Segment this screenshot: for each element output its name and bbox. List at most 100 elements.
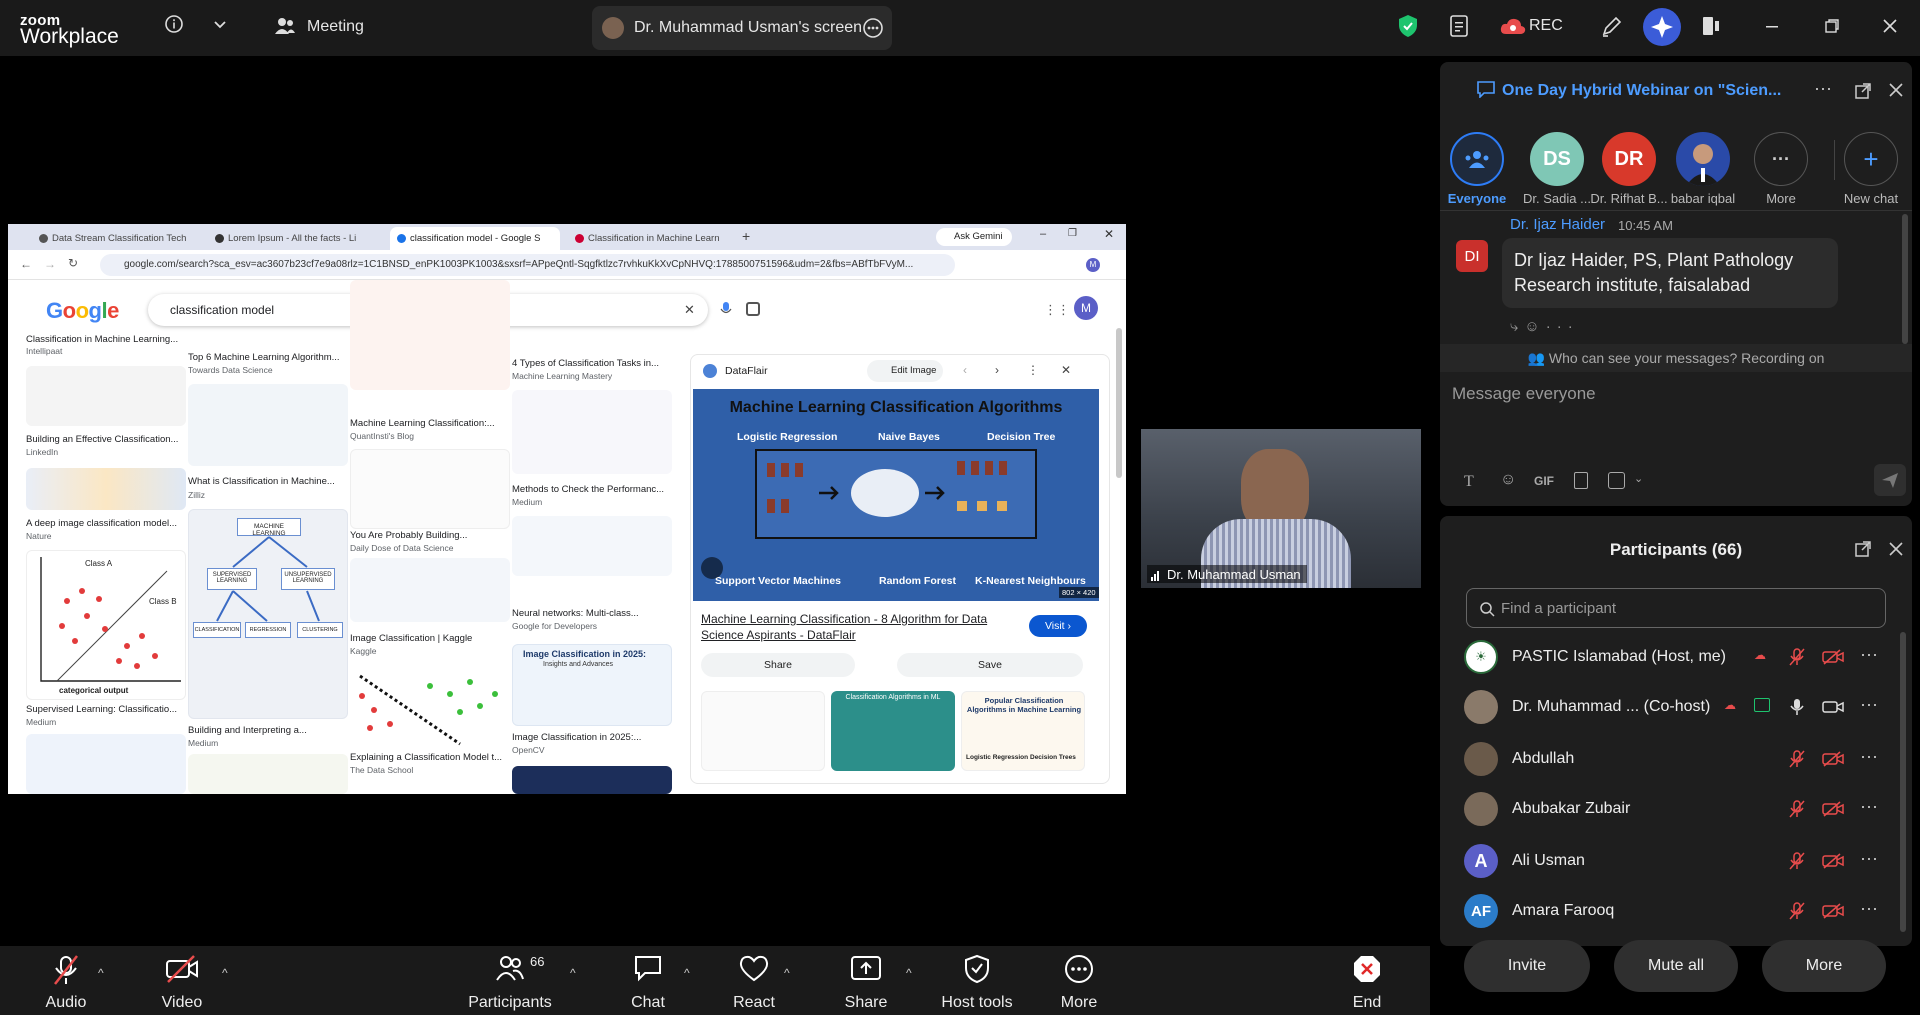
browser-close-icon[interactable]: ✕ <box>1104 227 1114 241</box>
google-logo[interactable]: Google <box>46 298 119 324</box>
notes-icon[interactable] <box>1448 14 1470 38</box>
row-more-icon[interactable]: ··· <box>1860 694 1878 715</box>
result-caption[interactable]: What is Classification in Machine... <box>188 476 348 487</box>
restore-icon[interactable] <box>1824 18 1840 34</box>
chevron-down-icon[interactable] <box>212 16 228 32</box>
row-more-icon[interactable]: ··· <box>1860 746 1878 767</box>
preview-more-icon[interactable]: ⋮ <box>1027 363 1039 377</box>
close-chat-icon[interactable] <box>1888 82 1904 98</box>
more-options-icon[interactable] <box>862 17 884 39</box>
voice-search-icon[interactable] <box>720 301 732 317</box>
chevron-down-icon[interactable]: ⌄ <box>1634 472 1643 485</box>
reload-icon[interactable]: ↻ <box>68 256 78 270</box>
result-caption[interactable]: Image Classification | Kaggle <box>350 633 510 644</box>
next-image-icon[interactable]: › <box>995 363 999 377</box>
shared-browser-window[interactable]: Data Stream Classification Tech Lorem Ip… <box>8 224 1126 794</box>
participant-row[interactable]: AF Amara Farooq ··· <box>1440 886 1900 936</box>
result-caption[interactable]: Classification in Machine Learning... <box>26 334 186 345</box>
result-image[interactable] <box>512 766 672 794</box>
info-icon[interactable] <box>164 14 184 34</box>
result-caption[interactable]: Building an Effective Classification... <box>26 434 186 445</box>
back-icon[interactable]: ← <box>20 257 32 271</box>
result-caption[interactable]: Image Classification in 2025:... <box>512 732 672 743</box>
result-caption[interactable]: Neural networks: Multi-class... <box>512 608 672 619</box>
page-scrollbar[interactable] <box>1116 328 1122 478</box>
related-image[interactable] <box>701 691 825 771</box>
file-icon[interactable] <box>1574 472 1588 489</box>
close-preview-icon[interactable]: ✕ <box>1061 363 1071 377</box>
close-window-icon[interactable] <box>1882 18 1898 34</box>
visit-button[interactable]: Visit › <box>1029 615 1087 637</box>
mic-muted-icon[interactable] <box>1788 749 1806 769</box>
result-caption[interactable]: Methods to Check the Performanc... <box>512 484 672 495</box>
format-text-icon[interactable]: T <box>1464 473 1474 491</box>
presenter-video-tile[interactable]: Dr. Muhammad Usman <box>1141 429 1421 588</box>
screenshot-icon[interactable] <box>1608 472 1625 489</box>
preview-link-title[interactable]: Machine Learning Classification - 8 Algo… <box>701 611 1011 643</box>
result-image[interactable] <box>26 734 186 794</box>
video-off-icon[interactable] <box>1822 902 1844 920</box>
video-options-caret[interactable]: ^ <box>222 966 228 980</box>
participants-options-caret[interactable]: ^ <box>570 966 576 980</box>
share-image-button[interactable]: Share <box>701 653 855 677</box>
result-image-scatter[interactable]: Class A Class B categorical output <box>26 550 186 700</box>
ai-companion-icon[interactable] <box>1643 8 1681 46</box>
popout-icon[interactable] <box>1854 82 1872 100</box>
participant-row[interactable]: ☀ PASTIC Islamabad (Host, me) ☁ ··· <box>1440 632 1900 682</box>
result-image[interactable] <box>350 558 510 622</box>
result-image[interactable] <box>26 366 186 426</box>
rec-label[interactable]: REC <box>1529 17 1563 35</box>
video-on-icon[interactable] <box>1822 698 1844 716</box>
mic-muted-icon[interactable] <box>1788 647 1806 667</box>
audio-button[interactable]: Audio <box>16 946 116 1015</box>
video-button[interactable]: Video <box>132 946 232 1015</box>
result-image[interactable] <box>188 754 348 794</box>
url-field[interactable]: google.com/search?sca_esv=ac3607b23cf7e9… <box>100 254 955 276</box>
result-image[interactable] <box>350 280 510 390</box>
browser-tab[interactable]: Data Stream Classification Tech <box>32 227 192 250</box>
profile-avatar[interactable]: M <box>1086 258 1100 272</box>
emoji-icon[interactable]: ☺ <box>1500 471 1516 489</box>
result-image[interactable] <box>512 516 672 576</box>
new-chat-icon[interactable]: + <box>1844 132 1898 186</box>
result-caption[interactable]: 4 Types of Classification Tasks in... <box>512 358 672 369</box>
row-more-icon[interactable]: ··· <box>1860 644 1878 665</box>
host-tools-button[interactable]: Host tools <box>927 946 1027 1015</box>
result-image[interactable] <box>512 390 672 474</box>
new-tab-icon[interactable]: + <box>742 228 750 244</box>
popout-icon[interactable] <box>1854 540 1872 558</box>
chat-title[interactable]: One Day Hybrid Webinar on "Scien... <box>1502 82 1781 100</box>
row-more-icon[interactable]: ··· <box>1860 796 1878 817</box>
close-participants-icon[interactable] <box>1888 541 1904 557</box>
participants-more-button[interactable]: More <box>1762 940 1886 992</box>
message-input[interactable]: Message everyone <box>1452 384 1596 404</box>
related-image[interactable]: Popular Classification Algorithms in Mac… <box>961 691 1085 771</box>
annotate-pen-icon[interactable] <box>1600 14 1624 38</box>
preview-image[interactable]: Machine Learning Classification Algorith… <box>693 389 1099 601</box>
clear-search-icon[interactable]: ✕ <box>684 302 695 318</box>
more-chips-icon[interactable]: ··· <box>1754 132 1808 186</box>
row-more-icon[interactable]: ··· <box>1860 848 1878 869</box>
related-image[interactable]: Classification Algorithms in ML <box>831 691 955 771</box>
security-shield-icon[interactable] <box>1398 14 1418 38</box>
more-button[interactable]: More <box>1029 946 1129 1015</box>
end-button[interactable]: End <box>1317 946 1417 1015</box>
participant-chip[interactable]: DR <box>1602 132 1656 186</box>
participants-scrollbar[interactable] <box>1900 632 1906 932</box>
react-button[interactable]: React <box>704 946 804 1015</box>
result-caption[interactable]: You Are Probably Building... <box>350 530 510 541</box>
result-caption[interactable]: Machine Learning Classification:... <box>350 418 510 429</box>
result-image[interactable] <box>350 449 510 529</box>
participant-row[interactable]: A Ali Usman ··· <box>1440 836 1900 886</box>
share-button[interactable]: Share <box>816 946 916 1015</box>
video-off-icon[interactable] <box>1822 800 1844 818</box>
participants-icon[interactable] <box>274 16 296 36</box>
row-more-icon[interactable]: ··· <box>1860 898 1878 919</box>
google-account-avatar[interactable]: M <box>1074 296 1098 320</box>
browser-tab[interactable]: Classification in Machine Learn <box>568 227 738 250</box>
minimize-icon[interactable] <box>1764 18 1780 34</box>
chat-message-bubble[interactable]: Dr Ijaz Haider, PS, Plant Pathology Rese… <box>1502 238 1838 308</box>
mic-muted-icon[interactable] <box>1788 851 1806 871</box>
result-image[interactable] <box>26 468 186 510</box>
browser-tab[interactable]: Lorem Ipsum - All the facts - Li <box>208 227 378 250</box>
